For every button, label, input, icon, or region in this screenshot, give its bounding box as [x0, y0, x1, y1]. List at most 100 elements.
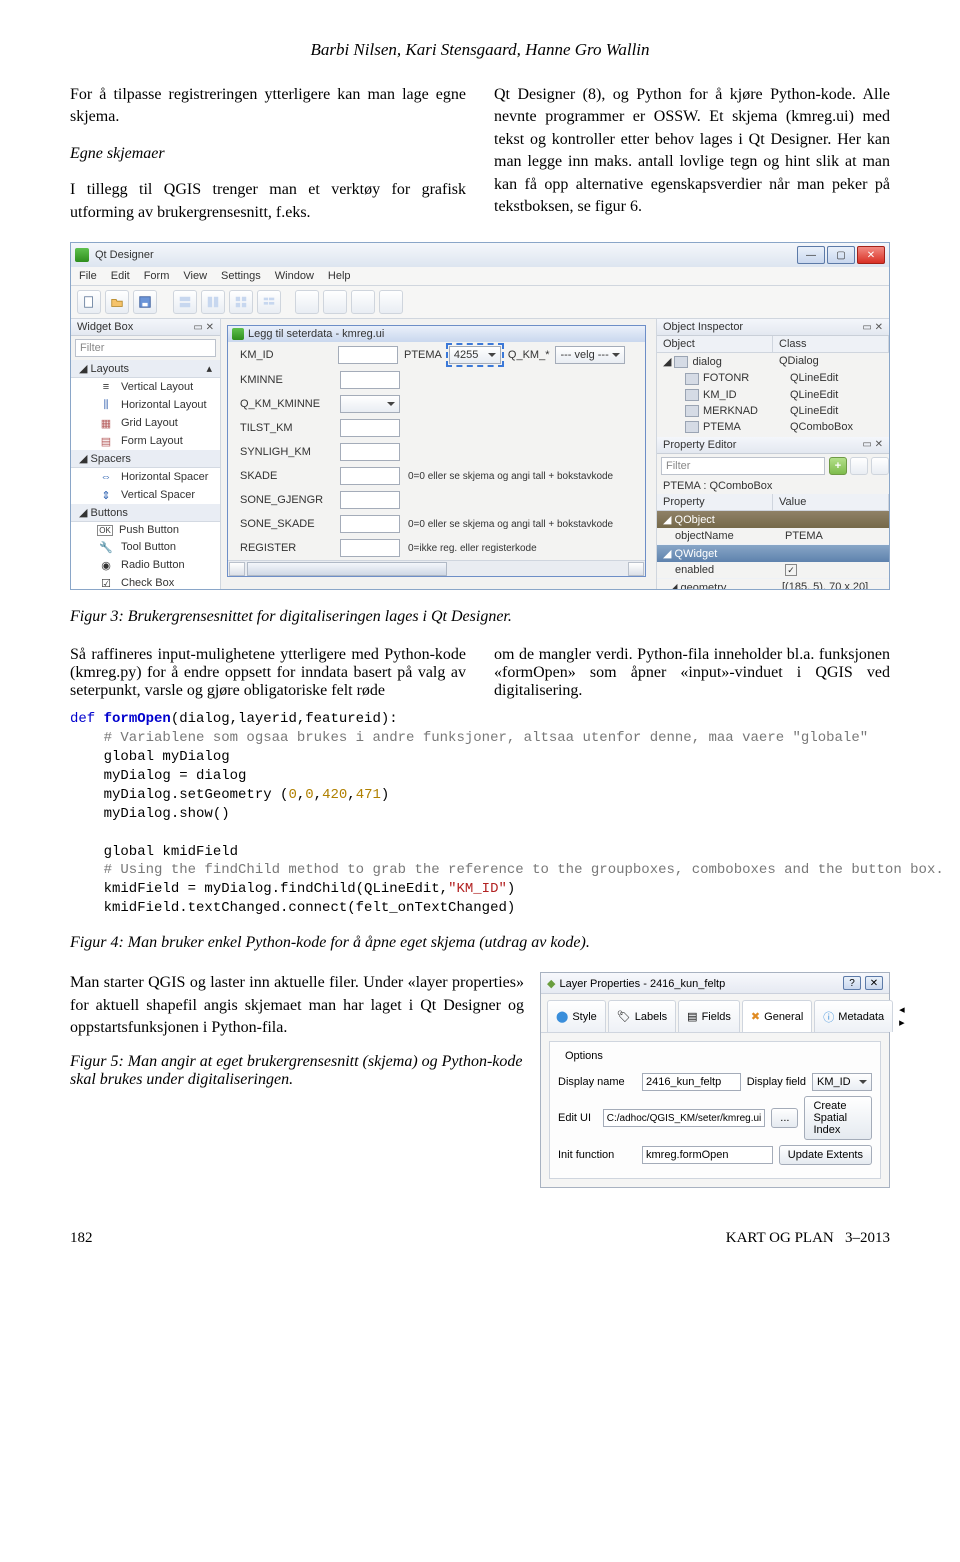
- layer-close-button[interactable]: ✕: [865, 976, 883, 990]
- prop-filter[interactable]: Filter: [661, 457, 825, 475]
- combo-qkm[interactable]: --- velg ---: [555, 346, 625, 364]
- widget-box-filter[interactable]: Filter: [75, 339, 216, 357]
- item-push-button[interactable]: OKPush Button: [71, 522, 220, 538]
- label-qkmkminne: Q_KM_KMINNE: [240, 398, 332, 410]
- menu-edit[interactable]: Edit: [111, 270, 130, 282]
- intro-subhead: Egne skjemaer: [70, 143, 466, 165]
- dock-controls-2[interactable]: ▭ ✕: [862, 322, 883, 333]
- create-spatial-index-button[interactable]: Create Spatial Index: [804, 1096, 872, 1140]
- widget-icon-4[interactable]: [379, 290, 403, 314]
- tab-fields[interactable]: ▤Fields: [678, 1000, 740, 1032]
- tab-labels[interactable]: 🏷Labels: [608, 1000, 676, 1032]
- item-horizontal-layout[interactable]: ⫼Horizontal Layout: [71, 396, 220, 414]
- tab-metadata[interactable]: ⓘMetadata: [814, 1000, 893, 1032]
- form-hscroll[interactable]: [228, 560, 645, 576]
- edit-ui-label: Edit UI: [558, 1112, 597, 1124]
- add-property-icon[interactable]: +: [829, 457, 847, 475]
- menu-help[interactable]: Help: [328, 270, 351, 282]
- input-skade[interactable]: [340, 467, 400, 485]
- prop-objectname[interactable]: objectNamePTEMA: [657, 528, 889, 545]
- obj-row-fotonr[interactable]: FOTONRQLineEdit: [657, 370, 889, 386]
- item-vertical-layout[interactable]: ≡Vertical Layout: [71, 378, 220, 396]
- obj-row-ptema[interactable]: PTEMAQComboBox: [657, 419, 889, 435]
- input-soneskade[interactable]: [340, 515, 400, 533]
- prop-col-value: Value: [773, 494, 889, 510]
- combo-qkmkminne[interactable]: [340, 395, 400, 413]
- obj-row-kmid[interactable]: KM_IDQLineEdit: [657, 387, 889, 403]
- combo-ptema[interactable]: 4255: [449, 346, 501, 364]
- input-kminne[interactable]: [340, 371, 400, 389]
- cat-layouts[interactable]: ◢ Layouts▴: [71, 360, 220, 378]
- display-field-combo[interactable]: KM_ID: [812, 1073, 872, 1091]
- scroll-thumb[interactable]: [247, 562, 447, 576]
- item-tool-button[interactable]: 🔧Tool Button: [71, 538, 220, 556]
- item-radio-button[interactable]: ◉Radio Button: [71, 556, 220, 574]
- open-icon[interactable]: [105, 290, 129, 314]
- input-tilst[interactable]: [340, 419, 400, 437]
- checkbox-enabled[interactable]: ✓: [785, 564, 797, 576]
- scroll-right-icon[interactable]: [628, 562, 644, 576]
- layout-icon-3[interactable]: [229, 290, 253, 314]
- input-synligh[interactable]: [340, 443, 400, 461]
- update-extents-button[interactable]: Update Extents: [779, 1145, 872, 1165]
- close-button[interactable]: ✕: [857, 246, 885, 264]
- widget-box-panel: Widget Box ▭ ✕ Filter ◢ Layouts▴ ≡Vertic…: [71, 319, 221, 589]
- push-button-icon: OK: [97, 525, 113, 536]
- save-icon[interactable]: [133, 290, 157, 314]
- minimize-button[interactable]: —: [797, 246, 825, 264]
- browse-button[interactable]: ...: [771, 1108, 798, 1128]
- page-number: 182: [70, 1230, 93, 1247]
- new-form-icon[interactable]: [77, 290, 101, 314]
- prop-group-qwidget[interactable]: ◢ QWidget: [657, 545, 889, 562]
- layout-icon-2[interactable]: [201, 290, 225, 314]
- dock-controls-3[interactable]: ▭ ✕: [862, 439, 883, 450]
- menu-window[interactable]: Window: [275, 270, 314, 282]
- cat-buttons[interactable]: ◢ Buttons: [71, 504, 220, 522]
- menu-view[interactable]: View: [183, 270, 207, 282]
- layout-icon-1[interactable]: [173, 290, 197, 314]
- prop-tool-icon-2[interactable]: [871, 457, 889, 475]
- input-km-id[interactable]: [338, 346, 398, 364]
- menu-settings[interactable]: Settings: [221, 270, 261, 282]
- radio-icon: ◉: [97, 558, 115, 572]
- form-design-area[interactable]: Legg til seterdata - kmreg.ui KM_ID PTEM…: [221, 319, 657, 589]
- help-button[interactable]: ?: [843, 976, 861, 990]
- tab-general[interactable]: ✖General: [742, 1000, 812, 1032]
- item-check-box[interactable]: ☑Check Box: [71, 574, 220, 589]
- item-horizontal-spacer[interactable]: ⇔Horizontal Spacer: [71, 468, 220, 486]
- right-panels: Object Inspector ▭ ✕ Object Class ◢dialo…: [657, 319, 889, 589]
- obj-col-object: Object: [657, 336, 773, 352]
- prop-geometry[interactable]: ◢ geometry[(185, 5), 70 x 20]: [657, 579, 889, 589]
- style-icon: ⬤: [556, 1010, 568, 1023]
- obj-row-merknad[interactable]: MERKNADQLineEdit: [657, 403, 889, 419]
- layout-icon-4[interactable]: [257, 290, 281, 314]
- scroll-left-icon[interactable]: [229, 562, 245, 576]
- input-sonegjengr[interactable]: [340, 491, 400, 509]
- item-vertical-spacer[interactable]: ⇕Vertical Spacer: [71, 486, 220, 504]
- item-grid-layout[interactable]: ▦Grid Layout: [71, 414, 220, 432]
- prop-enabled[interactable]: enabled✓: [657, 562, 889, 580]
- item-form-layout[interactable]: ▤Form Layout: [71, 432, 220, 450]
- menu-file[interactable]: File: [79, 270, 97, 282]
- widget-icon-1[interactable]: [295, 290, 319, 314]
- cat-spacers[interactable]: ◢ Spacers: [71, 450, 220, 468]
- dock-controls[interactable]: ▭ ✕: [193, 322, 214, 333]
- menu-form[interactable]: Form: [144, 270, 170, 282]
- qt-designer-screenshot: Qt Designer — ▢ ✕ File Edit Form View Se…: [70, 242, 890, 590]
- lineedit-icon-2: [685, 389, 699, 401]
- intro-right-p: Qt Designer (8), og Python for å kjøre P…: [494, 84, 890, 218]
- prop-tool-icon-1[interactable]: [850, 457, 868, 475]
- tab-spin[interactable]: ◂ ▸: [895, 1000, 909, 1032]
- edit-ui-input[interactable]: C:/adhoc/QGIS_KM/seter/kmreg.ui: [603, 1109, 766, 1127]
- input-register[interactable]: [340, 539, 400, 557]
- init-function-input[interactable]: kmreg.formOpen: [642, 1146, 773, 1164]
- widget-icon-2[interactable]: [323, 290, 347, 314]
- tab-style[interactable]: ⬤Style: [547, 1000, 606, 1032]
- prop-group-qobject[interactable]: ◢ QObject: [657, 511, 889, 528]
- display-name-input[interactable]: 2416_kun_feltp: [642, 1073, 741, 1091]
- maximize-button[interactable]: ▢: [827, 246, 855, 264]
- obj-row-dialog[interactable]: ◢dialogQDialog: [657, 353, 889, 370]
- combo-icon: [685, 421, 699, 433]
- widget-icon-3[interactable]: [351, 290, 375, 314]
- selected-widget[interactable]: 4255: [448, 345, 502, 365]
